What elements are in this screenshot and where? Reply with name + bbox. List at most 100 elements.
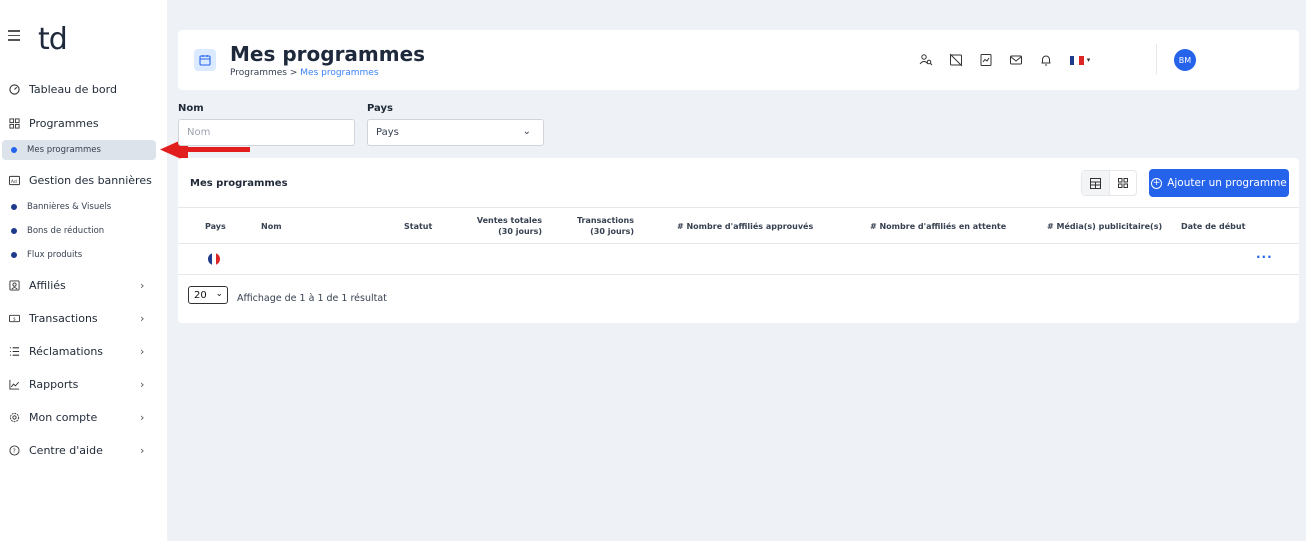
breadcrumb-root[interactable]: Programmes xyxy=(230,68,287,78)
sidebar-item-rapports[interactable]: Rapports › xyxy=(0,372,167,396)
sidebar-subitem-mes-programmes[interactable]: Mes programmes xyxy=(2,140,156,160)
chart-icon xyxy=(9,379,20,390)
programmes-table-card: Mes programmes + Ajouter un programme Pa… xyxy=(178,158,1299,323)
sidebar-item-centre-daide[interactable]: ? Centre d'aide › xyxy=(0,438,167,462)
chevron-right-icon: › xyxy=(140,443,145,457)
column-transactions[interactable]: Transactions (30 jours) xyxy=(577,215,634,237)
sidebar-item-label: Rapports xyxy=(29,377,79,391)
pays-filter-label: Pays xyxy=(367,103,393,114)
pays-filter-select[interactable]: Pays ⌄ xyxy=(367,119,544,146)
sidebar-subitem-label: Bannières & Visuels xyxy=(27,202,112,212)
chevron-down-icon: ⌄ xyxy=(215,289,223,299)
ad-icon: Ad xyxy=(9,175,20,185)
sidebar-subitem-label: Bons de réduction xyxy=(27,226,105,236)
view-toggle xyxy=(1081,170,1137,196)
per-page-value: 20 xyxy=(194,289,207,301)
sidebar-subitem-label: Flux produits xyxy=(27,250,83,260)
table-view-icon[interactable] xyxy=(1082,171,1110,195)
dashboard-icon xyxy=(9,83,20,95)
column-ventes-line2: (30 jours) xyxy=(498,227,542,236)
results-summary: Affichage de 1 à 1 de 1 résultat xyxy=(237,293,387,304)
per-page-select[interactable]: 20 ⌄ xyxy=(188,286,228,304)
nom-filter-input[interactable]: Nom xyxy=(178,119,355,146)
bullet-icon xyxy=(11,252,17,258)
breadcrumb: Programmes > Mes programmes xyxy=(230,68,379,78)
sidebar-subitem-flux-produits[interactable]: Flux produits xyxy=(0,246,167,264)
sidebar-subitem-bons-de-reduction[interactable]: Bons de réduction xyxy=(0,222,167,240)
no-image-icon[interactable] xyxy=(948,52,964,68)
hamburger-menu-icon[interactable] xyxy=(8,30,20,44)
chevron-right-icon: › xyxy=(140,311,145,325)
calendar-icon xyxy=(194,49,216,71)
bullet-icon xyxy=(11,204,17,210)
sidebar-subitem-label: Mes programmes xyxy=(27,145,101,155)
gear-icon xyxy=(9,412,20,422)
column-transactions-line1: Transactions xyxy=(576,216,634,225)
column-affilies-approuves[interactable]: # Nombre d'affiliés approuvés xyxy=(677,221,813,232)
logo: td xyxy=(38,22,68,57)
list-icon xyxy=(9,346,20,356)
bell-icon[interactable] xyxy=(1038,52,1054,68)
chevron-right-icon: › xyxy=(140,344,145,358)
add-programme-button[interactable]: + Ajouter un programme xyxy=(1149,169,1289,197)
bullet-icon xyxy=(11,228,17,234)
document-chart-icon[interactable] xyxy=(978,52,994,68)
sidebar-item-affilies[interactable]: Affiliés › xyxy=(0,273,167,297)
language-selector[interactable]: ▾ xyxy=(1068,52,1092,68)
help-icon: ? xyxy=(9,444,20,456)
breadcrumb-separator: > xyxy=(289,68,298,78)
divider xyxy=(1156,44,1157,74)
chevron-down-icon: ⌄ xyxy=(522,126,531,137)
column-ventes-totales[interactable]: Ventes totales (30 jours) xyxy=(477,215,542,237)
sidebar-item-label: Transactions xyxy=(29,311,98,325)
sidebar-item-label: Tableau de bord xyxy=(29,82,117,96)
grid-view-icon[interactable] xyxy=(1110,171,1137,195)
column-ventes-line1: Ventes totales xyxy=(476,216,542,225)
add-programme-label: Ajouter un programme xyxy=(1167,177,1287,189)
nom-filter-placeholder: Nom xyxy=(187,127,211,138)
column-transactions-line2: (30 jours) xyxy=(590,227,634,236)
pays-filter-value: Pays xyxy=(376,127,399,138)
sidebar: td Tableau de bord Programmes Mes progra… xyxy=(0,0,167,541)
page-header: Mes programmes Programmes > Mes programm… xyxy=(178,30,1299,90)
sidebar-item-reclamations[interactable]: Réclamations › xyxy=(0,339,167,363)
sidebar-item-label: Mon compte xyxy=(29,410,98,424)
column-date-debut[interactable]: Date de début xyxy=(1181,221,1245,232)
table-row[interactable]: ··· xyxy=(178,244,1299,275)
chevron-right-icon: › xyxy=(140,377,145,391)
flag-france-icon xyxy=(1069,55,1084,65)
money-icon: $ xyxy=(9,314,20,322)
sidebar-subitem-bannieres-visuels[interactable]: Bannières & Visuels xyxy=(0,198,167,216)
svg-text:$: $ xyxy=(13,316,16,322)
breadcrumb-current[interactable]: Mes programmes xyxy=(300,68,378,78)
plus-circle-icon: + xyxy=(1151,177,1163,189)
column-statut[interactable]: Statut xyxy=(404,221,432,232)
table-title: Mes programmes xyxy=(190,178,288,189)
sidebar-item-tableau-de-bord[interactable]: Tableau de bord xyxy=(0,77,167,101)
flag-france-icon xyxy=(208,253,220,265)
bullet-icon xyxy=(11,147,17,153)
row-actions-icon[interactable]: ··· xyxy=(1256,250,1273,264)
column-media[interactable]: # Média(s) publicitaire(s) xyxy=(1047,221,1162,232)
chevron-right-icon: › xyxy=(140,278,145,292)
sidebar-item-gestion-des-bannieres[interactable]: Ad Gestion des bannières xyxy=(0,168,167,192)
sidebar-item-transactions[interactable]: $ Transactions › xyxy=(0,306,167,330)
chevron-right-icon: › xyxy=(140,410,145,424)
column-affilies-attente[interactable]: # Nombre d'affiliés en attente xyxy=(870,221,1006,232)
mail-icon[interactable] xyxy=(1008,52,1024,68)
sidebar-item-mon-compte[interactable]: Mon compte › xyxy=(0,405,167,429)
sidebar-item-label: Centre d'aide xyxy=(29,443,103,457)
table-header: Pays Nom Statut Ventes totales (30 jours… xyxy=(178,207,1299,244)
column-nom[interactable]: Nom xyxy=(261,221,282,232)
column-pays[interactable]: Pays xyxy=(205,221,226,232)
sidebar-header: td xyxy=(0,0,167,64)
page-title: Mes programmes xyxy=(230,42,426,66)
sidebar-item-label: Affiliés xyxy=(29,278,66,292)
sidebar-item-label: Gestion des bannières xyxy=(29,173,152,187)
users-search-icon[interactable] xyxy=(918,52,934,68)
user-card-icon xyxy=(9,279,20,291)
sidebar-item-label: Programmes xyxy=(29,116,99,130)
sidebar-item-programmes[interactable]: Programmes xyxy=(0,111,167,135)
avatar[interactable]: BM xyxy=(1174,49,1196,71)
svg-text:Ad: Ad xyxy=(11,178,17,184)
